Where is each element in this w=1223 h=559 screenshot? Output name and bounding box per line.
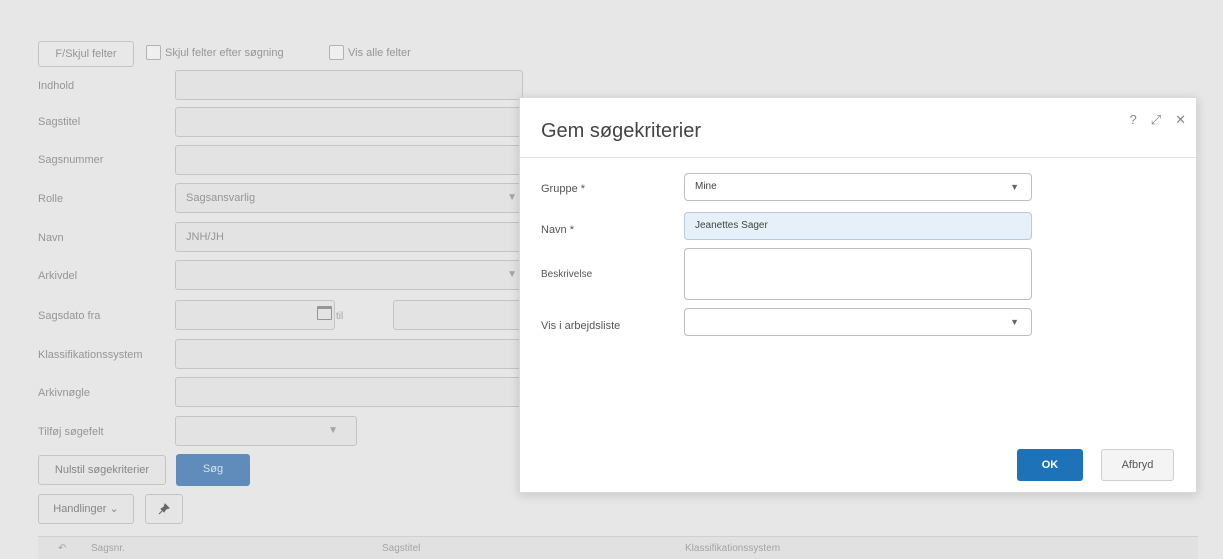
save-search-criteria-dialog: Gem søgekriterier ? ⤢ ✕ Gruppe * Mine ▼ … <box>519 97 1197 493</box>
worklist-label: Vis i arbejdsliste <box>541 320 621 332</box>
group-select[interactable]: Mine ▼ <box>684 173 1032 201</box>
chevron-down-icon: ▼ <box>1010 317 1019 327</box>
close-icon[interactable]: ✕ <box>1175 112 1186 128</box>
name-input[interactable]: Jeanettes Sager <box>684 212 1032 240</box>
dialog-controls: ? ⤢ ✕ <box>1129 112 1186 128</box>
ok-button[interactable]: OK <box>1017 449 1083 481</box>
worklist-select[interactable]: ▼ <box>684 308 1032 336</box>
cancel-button[interactable]: Afbryd <box>1101 449 1174 481</box>
help-icon[interactable]: ? <box>1129 112 1136 128</box>
divider <box>520 157 1196 158</box>
description-textarea[interactable] <box>684 248 1032 300</box>
description-label: Beskrivelse <box>541 269 593 280</box>
name-label: Navn * <box>541 224 575 236</box>
chevron-down-icon: ▼ <box>1010 182 1019 192</box>
expand-icon[interactable]: ⤢ <box>1151 112 1161 128</box>
group-value: Mine <box>695 181 717 192</box>
group-label: Gruppe * <box>541 183 586 195</box>
dialog-title: Gem søgekriterier <box>541 120 702 142</box>
